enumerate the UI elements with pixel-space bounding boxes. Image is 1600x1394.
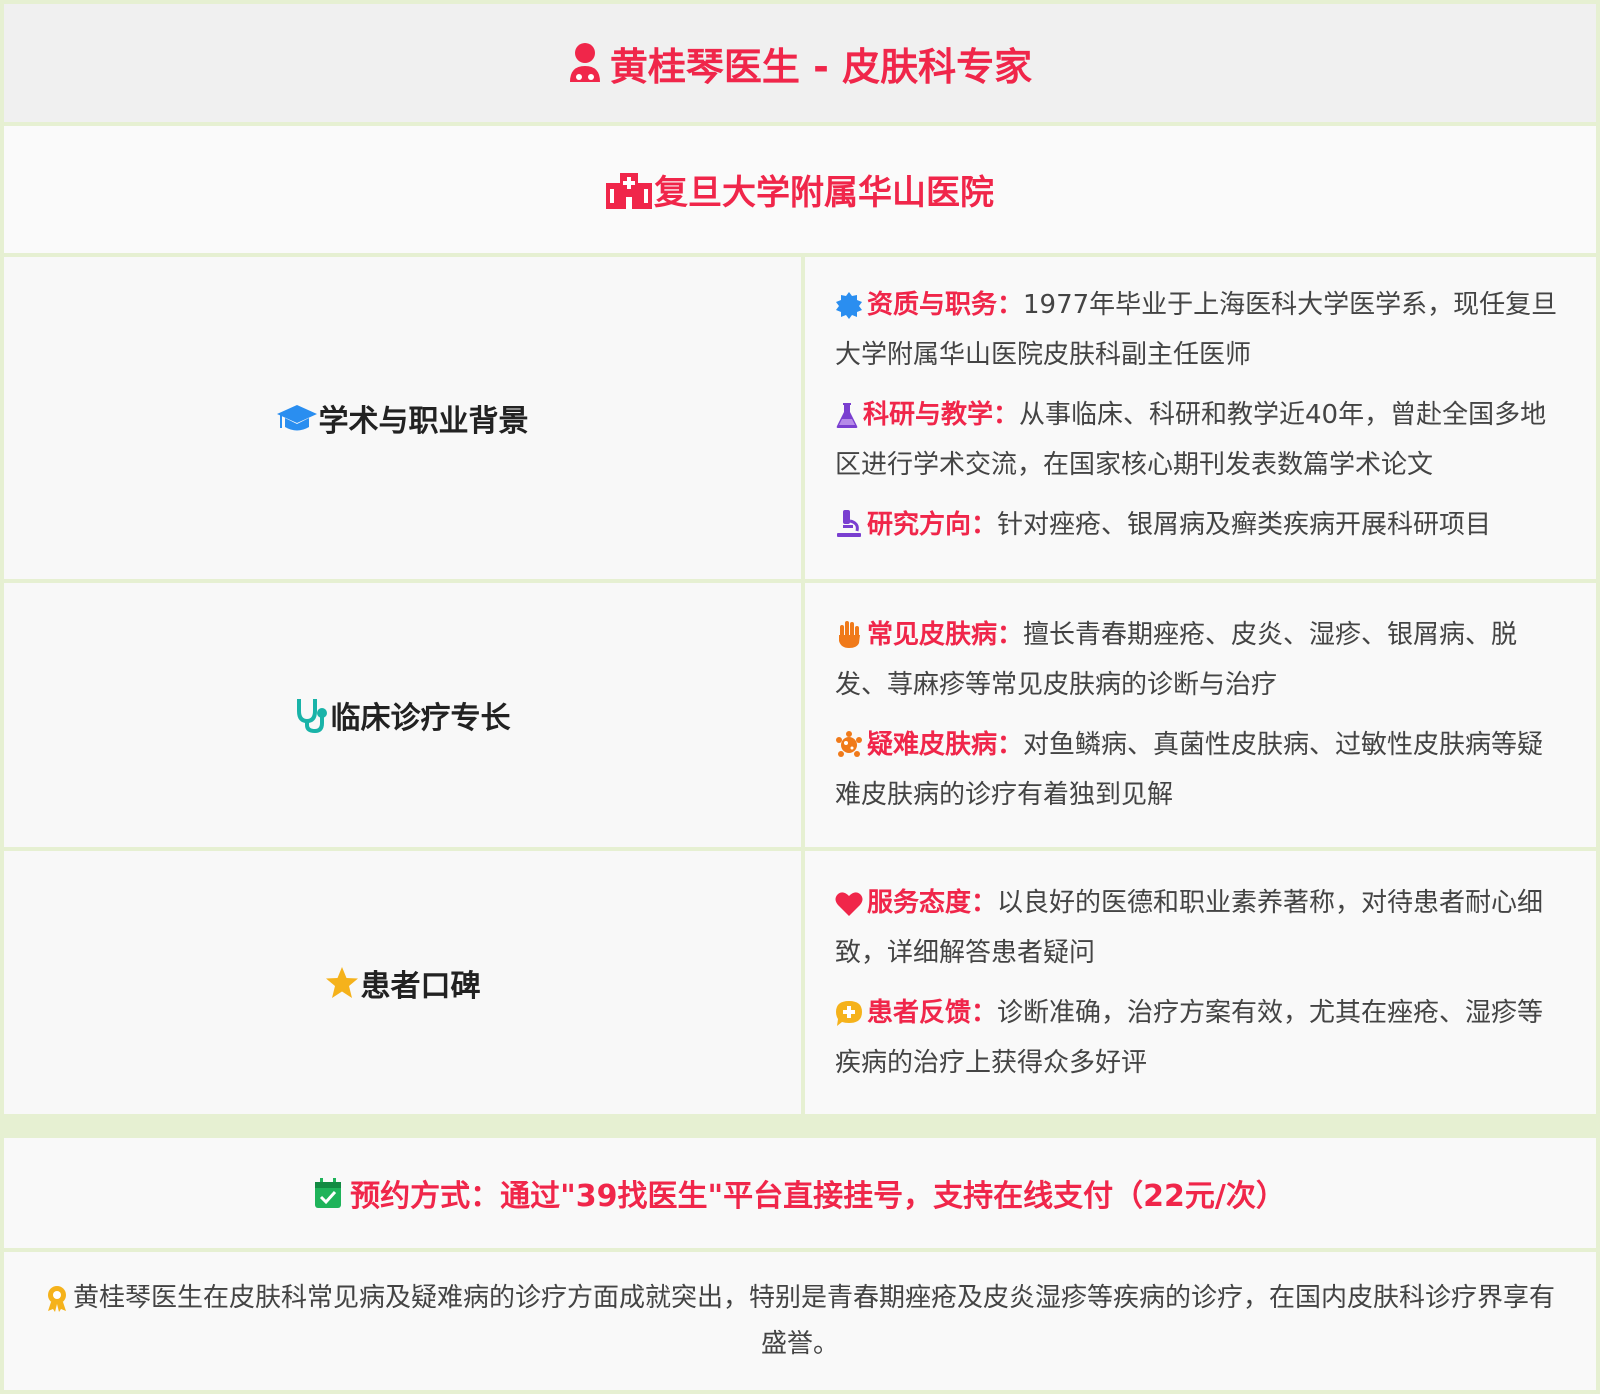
appointment-text: 预约方式：通过"39找医生"平台直接挂号，支持在线支付（22元/次） [350,1179,1286,1214]
detail-text: 针对痤疮、银屑病及癣类疾病开展科研项目 [997,510,1492,540]
heart-icon [835,887,863,931]
appointment-banner: 预约方式：通过"39找医生"平台直接挂号，支持在线支付（22元/次） [4,1138,1596,1248]
microscope-icon [835,509,863,553]
stethoscope-icon [295,697,329,733]
section-reputation: 患者口碑 服务态度：以良好的医德和职业素养著称，对待患者耐心细致，详细解答患者疑… [4,851,1596,1114]
section-title-cell: 学术与职业背景 [4,257,801,579]
section-details: 服务态度：以良好的医德和职业素养著称，对待患者耐心细致，详细解答患者疑问 患者反… [805,851,1596,1114]
certificate-badge-icon [835,289,863,333]
detail-label: 患者反馈： [867,997,998,1028]
detail-label: 资质与职务： [867,290,1024,320]
summary-text: 黄桂琴医生在皮肤科常见病及疑难病的诊疗方面成就突出，特别是青春期痤疮及皮炎湿疹等… [72,1283,1555,1359]
summary-paragraph: 黄桂琴医生在皮肤科常见病及疑难病的诊疗方面成就突出，特别是青春期痤疮及皮炎湿疹等… [35,1278,1565,1364]
hand-icon [835,619,863,663]
section-title: 患者口碑 [360,968,481,1004]
detail-label: 研究方向： [867,510,998,540]
hospital-name: 复旦大学附属华山医院 [654,173,994,213]
detail-label: 科研与教学： [863,400,1020,430]
detail-item: 资质与职务：1977年毕业于上海医科大学医学系，现任复旦大学附属华山医院皮肤科副… [835,283,1566,377]
flask-icon [835,399,859,443]
detail-item: 疑难皮肤病：对鱼鳞病、真菌性皮肤病、过敏性皮肤病等疑难皮肤病的诊疗有着独到见解 [835,723,1566,817]
detail-label: 常见皮肤病： [867,620,1024,650]
calendar-check-icon [314,1177,342,1209]
comment-medical-icon [835,997,863,1041]
award-icon [45,1284,69,1324]
section-title: 学术与职业背景 [318,404,529,439]
section-title: 临床诊疗专长 [330,701,511,736]
detail-item: 科研与教学：从事临床、科研和教学近40年，曾赴全国多地区进行学术交流，在国家核心… [835,393,1566,487]
hospital-icon [606,171,652,209]
doctor-profile-card: 黄桂琴医生 - 皮肤科专家 复旦大学附属华山医院 学术与职业背景 资质与职务：1… [0,0,1600,1394]
page-title: 黄桂琴医生 - 皮肤科专家 [609,44,1033,89]
detail-label: 服务态度： [867,887,998,918]
detail-item: 患者反馈：诊断准确，治疗方案有效，尤其在痤疮、湿疹等疾病的治疗上获得众多好评 [835,991,1566,1085]
graduation-cap-icon [276,403,317,433]
section-details: 资质与职务：1977年毕业于上海医科大学医学系，现任复旦大学附属华山医院皮肤科副… [805,257,1596,579]
section-background: 学术与职业背景 资质与职务：1977年毕业于上海医科大学医学系，现任复旦大学附属… [4,257,1596,579]
section-clinical: 临床诊疗专长 常见皮肤病：擅长青春期痤疮、皮炎、湿疹、银屑病、脱发、荨麻疹等常见… [4,583,1596,847]
virus-icon [835,729,863,773]
section-title-cell: 临床诊疗专长 [4,583,801,847]
hospital-banner: 复旦大学附属华山医院 [4,126,1596,253]
section-details: 常见皮肤病：擅长青春期痤疮、皮炎、湿疹、银屑病、脱发、荨麻疹等常见皮肤病的诊断与… [805,583,1596,847]
detail-item: 常见皮肤病：擅长青春期痤疮、皮炎、湿疹、银屑病、脱发、荨麻疹等常见皮肤病的诊断与… [835,613,1566,707]
detail-item: 研究方向：针对痤疮、银屑病及癣类疾病开展科研项目 [835,503,1566,553]
detail-label: 疑难皮肤病： [867,730,1024,760]
user-doctor-icon [568,42,602,84]
summary-footer: 黄桂琴医生在皮肤科常见病及疑难病的诊疗方面成就突出，特别是青春期痤疮及皮炎湿疹等… [4,1252,1596,1390]
star-icon [325,966,359,1000]
header: 黄桂琴医生 - 皮肤科专家 [4,4,1596,122]
detail-item: 服务态度：以良好的医德和职业素养著称，对待患者耐心细致，详细解答患者疑问 [835,881,1566,975]
section-title-cell: 患者口碑 [4,851,801,1114]
